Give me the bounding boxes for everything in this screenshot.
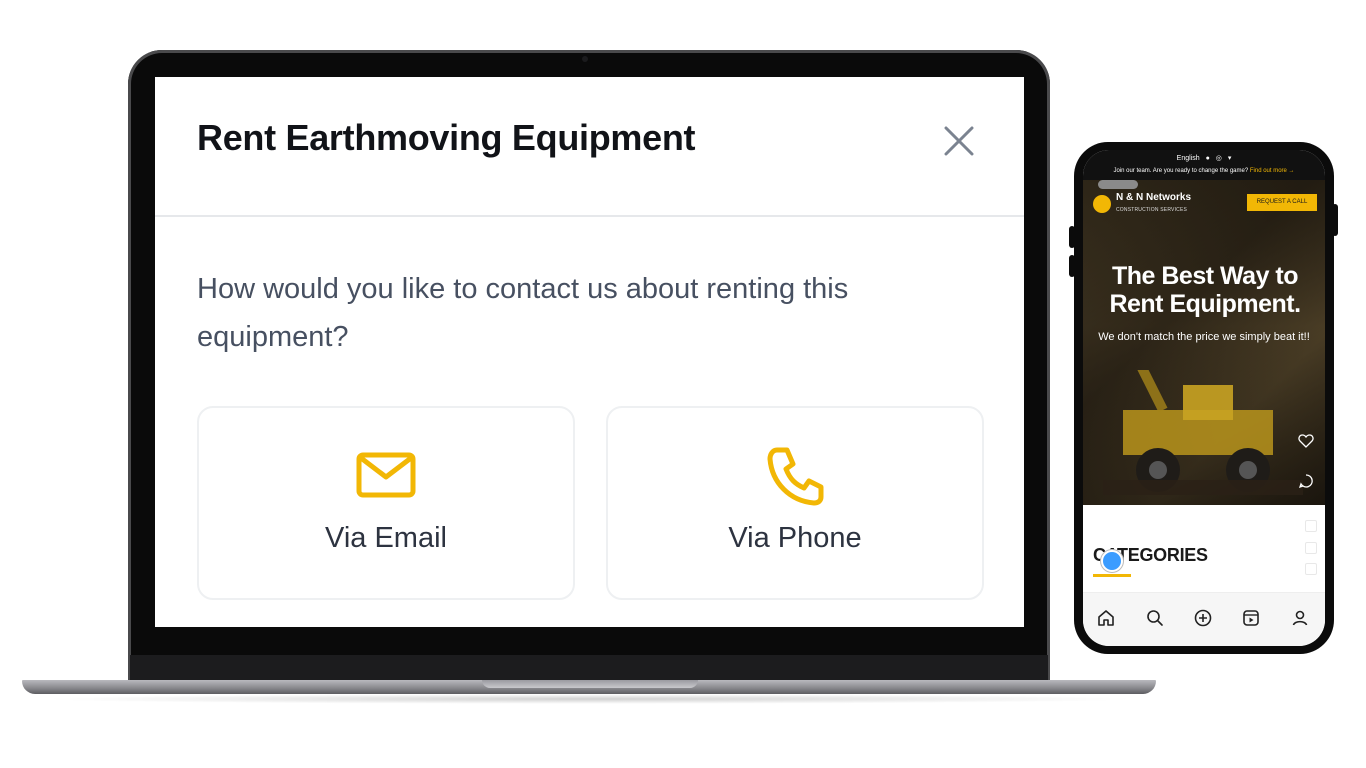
via-phone-button[interactable]: Via Phone: [606, 406, 984, 600]
status-pill: [1098, 180, 1138, 189]
phone-icon: [767, 447, 824, 506]
home-icon[interactable]: [1096, 608, 1116, 628]
twitter-icon[interactable]: ▾: [1228, 155, 1232, 162]
hero-title: The Best Way to Rent Equipment.: [1109, 262, 1301, 318]
phone-power-button: [1332, 204, 1338, 236]
touch-indicator: [1101, 550, 1123, 572]
brand-name: N & N Networks: [1116, 192, 1192, 203]
contact-question: How would you like to contact us about r…: [197, 273, 849, 353]
search-icon[interactable]: [1145, 608, 1165, 628]
laptop-camera: [582, 56, 588, 62]
announcement-text: Join our team. Are you ready to change t…: [1113, 168, 1249, 174]
laptop-shadow: [40, 694, 1140, 704]
heart-icon[interactable]: [1298, 433, 1314, 449]
language-selector[interactable]: English: [1177, 155, 1200, 162]
brand-logo: [1093, 195, 1111, 213]
close-icon[interactable]: [939, 121, 979, 161]
find-out-more-link[interactable]: Find out more →: [1250, 168, 1295, 174]
bottom-nav: [1083, 592, 1325, 646]
reels-icon[interactable]: [1241, 608, 1261, 628]
phone-volume-down: [1069, 255, 1075, 277]
ghost-icon: [1305, 520, 1317, 532]
crane-image: [1103, 370, 1303, 495]
phone-screen: English ● ◎ ▾ Join our team. Are you rea…: [1083, 150, 1325, 646]
laptop-bezel-bottom: [130, 655, 1048, 680]
via-email-label: Via Email: [325, 522, 447, 554]
via-phone-label: Via Phone: [728, 522, 862, 554]
hero-subtitle: We don't match the price we simply beat …: [1098, 331, 1310, 343]
laptop-screen: Rent Earthmoving Equipment How would you…: [155, 77, 1024, 627]
instagram-icon[interactable]: ◎: [1216, 155, 1222, 162]
heading-underline: [1093, 574, 1131, 577]
announcement-bar: Join our team. Are you ready to change t…: [1083, 168, 1325, 174]
top-bar: English ● ◎ ▾ Join our team. Are you rea…: [1083, 150, 1325, 180]
phone-volume-up: [1069, 226, 1075, 248]
brand-tagline: CONSTRUCTION SERVICES: [1116, 207, 1188, 213]
add-icon[interactable]: [1193, 608, 1213, 628]
comment-icon[interactable]: [1298, 473, 1314, 489]
modal-header: Rent Earthmoving Equipment: [155, 77, 1024, 217]
via-email-button[interactable]: Via Email: [197, 406, 575, 600]
hero-section: N & N Networks CONSTRUCTION SERVICES REQ…: [1083, 180, 1325, 505]
envelope-icon: [356, 452, 416, 498]
modal-title: Rent Earthmoving Equipment: [197, 117, 696, 158]
facebook-icon[interactable]: ●: [1206, 155, 1210, 162]
request-call-button[interactable]: REQUEST A CALL: [1247, 194, 1317, 211]
ghost-icon: [1305, 542, 1317, 554]
ghost-icon: [1305, 563, 1317, 575]
profile-icon[interactable]: [1290, 608, 1310, 628]
laptop-hinge-notch: [482, 680, 698, 688]
